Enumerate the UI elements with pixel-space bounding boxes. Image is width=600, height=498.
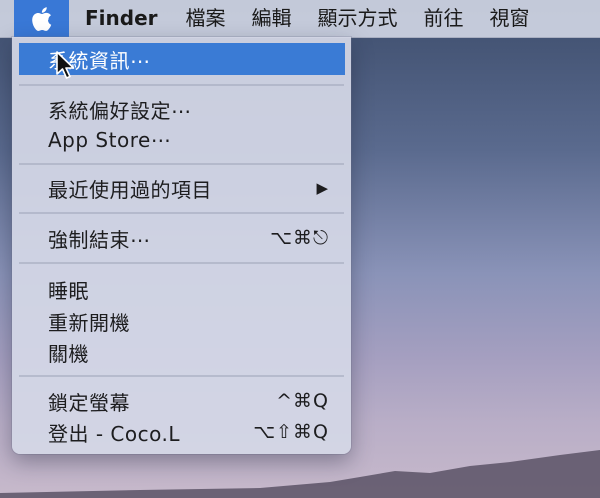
menu-item-lock-screen[interactable]: 鎖定螢幕 ^⌘Q — [19, 385, 345, 417]
menubar-item-view[interactable]: 顯示方式 — [305, 0, 411, 37]
menu-item-shortcut: ⌥⇧⌘Q — [253, 421, 329, 443]
submenu-arrow-icon: ▶ — [316, 179, 329, 197]
apple-dropdown-menu: 系統資訊⋯ 系統偏好設定⋯ App Store⋯ 最近使用過的項目 ▶ 強制結束… — [12, 37, 351, 454]
menu-item-shortcut: ^⌘Q — [276, 390, 329, 412]
menu-item-label: 登出 - Coco.L — [48, 421, 181, 446]
menubar-item-go[interactable]: 前往 — [411, 0, 477, 37]
menubar-item-file[interactable]: 檔案 — [173, 0, 239, 37]
menu-item-label: 系統偏好設定⋯ — [48, 98, 192, 123]
menu-item-recent-items[interactable]: 最近使用過的項目 ▶ — [19, 172, 345, 204]
menu-item-label: 系統資訊⋯ — [48, 48, 151, 73]
menubar-item-edit[interactable]: 編輯 — [239, 0, 305, 37]
menu-item-label: 最近使用過的項目 — [48, 177, 212, 202]
menu-item-label: App Store⋯ — [48, 128, 172, 152]
menu-item-force-quit[interactable]: 強制結束⋯ ⌥⌘⎋ — [19, 222, 345, 254]
menu-separator — [19, 84, 344, 86]
menu-item-shut-down[interactable]: 關機 — [19, 336, 345, 368]
menu-item-shortcut: ⌥⌘⎋ — [270, 227, 329, 249]
menu-item-label: 重新開機 — [48, 310, 130, 335]
menu-bar: Finder 檔案 編輯 顯示方式 前往 視窗 — [0, 0, 600, 38]
menu-item-label: 強制結束⋯ — [48, 227, 151, 252]
menu-item-label: 睡眠 — [48, 278, 89, 303]
menubar-app-name[interactable]: Finder — [69, 0, 173, 37]
menu-item-sleep[interactable]: 睡眠 — [19, 273, 345, 305]
menu-separator — [19, 262, 344, 264]
menu-separator — [19, 163, 344, 165]
apple-menu-button[interactable] — [14, 0, 69, 37]
menu-item-app-store[interactable]: App Store⋯ — [19, 124, 345, 156]
menu-separator — [19, 212, 344, 214]
menubar-item-window[interactable]: 視窗 — [477, 0, 543, 37]
menu-item-label: 關機 — [48, 341, 89, 366]
menu-item-restart[interactable]: 重新開機 — [19, 305, 345, 337]
apple-logo-icon — [31, 6, 51, 31]
menu-item-system-preferences[interactable]: 系統偏好設定⋯ — [19, 93, 345, 125]
menu-item-log-out[interactable]: 登出 - Coco.L ⌥⇧⌘Q — [19, 416, 345, 448]
mouse-pointer-icon — [56, 51, 75, 79]
menu-item-label: 鎖定螢幕 — [48, 390, 130, 415]
menu-separator — [19, 375, 344, 377]
